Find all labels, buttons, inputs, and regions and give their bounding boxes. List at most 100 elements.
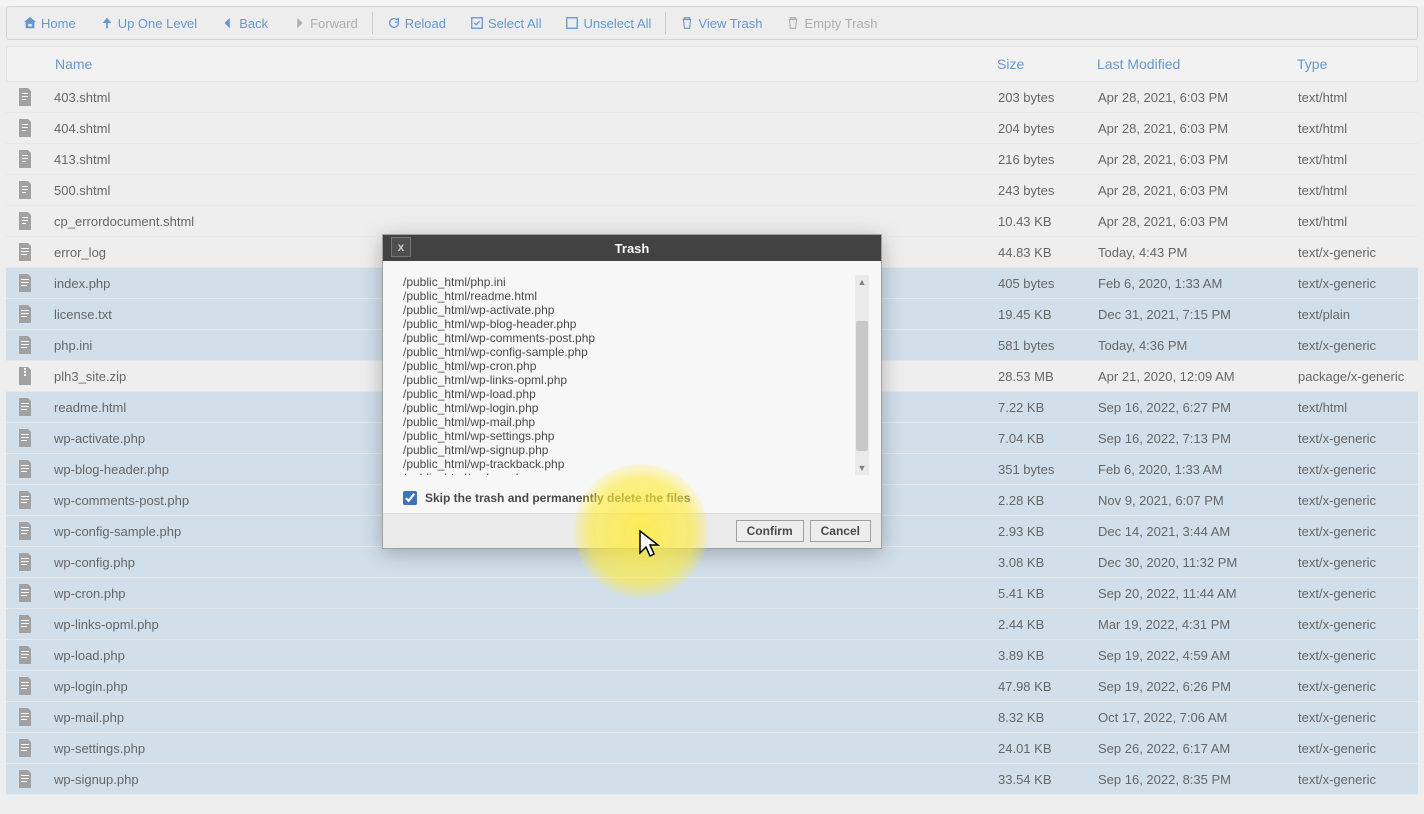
modal-list-item: /public_html/wp-trackback.php — [403, 457, 863, 471]
table-row[interactable]: wp-login.php47.98 KBSep 19, 2022, 6:26 P… — [6, 671, 1418, 702]
table-row[interactable]: wp-config.php3.08 KBDec 30, 2020, 11:32 … — [6, 547, 1418, 578]
table-row[interactable]: 500.shtml243 bytesApr 28, 2021, 6:03 PMt… — [6, 175, 1418, 206]
file-modified: Today, 4:43 PM — [1098, 245, 1298, 260]
file-type: text/html — [1298, 121, 1418, 136]
reload-label: Reload — [405, 16, 446, 31]
file-modified: Apr 28, 2021, 6:03 PM — [1098, 183, 1298, 198]
table-row[interactable]: cp_errordocument.shtml10.43 KBApr 28, 20… — [6, 206, 1418, 237]
cancel-button[interactable]: Cancel — [810, 520, 871, 542]
file-type: text/x-generic — [1298, 741, 1418, 756]
unselect-all-button[interactable]: Unselect All — [553, 7, 663, 39]
file-size: 19.45 KB — [998, 307, 1098, 322]
home-button[interactable]: Home — [11, 7, 88, 39]
up-one-level-button[interactable]: Up One Level — [88, 7, 210, 39]
column-header-name[interactable]: Name — [45, 56, 997, 72]
table-row[interactable]: wp-cron.php5.41 KBSep 20, 2022, 11:44 AM… — [6, 578, 1418, 609]
file-name: wp-cron.php — [44, 586, 998, 601]
scroll-up-arrow-icon[interactable]: ▲ — [855, 275, 869, 289]
forward-label: Forward — [310, 16, 358, 31]
modal-title: Trash — [615, 241, 650, 256]
modal-scrollbar[interactable]: ▲ ▼ — [855, 275, 869, 475]
file-type: text/html — [1298, 183, 1418, 198]
file-type: text/html — [1298, 90, 1418, 105]
file-size: 47.98 KB — [998, 679, 1098, 694]
file-modified: Oct 17, 2022, 7:06 AM — [1098, 710, 1298, 725]
reload-icon — [387, 16, 401, 30]
table-row[interactable]: wp-signup.php33.54 KBSep 16, 2022, 8:35 … — [6, 764, 1418, 795]
file-icon — [6, 243, 44, 261]
checkbox-checked-icon — [470, 16, 484, 30]
modal-list-item: /public_html/wp-signup.php — [403, 443, 863, 457]
file-type: text/x-generic — [1298, 276, 1418, 291]
file-size: 203 bytes — [998, 90, 1098, 105]
file-modified: Sep 16, 2022, 7:13 PM — [1098, 431, 1298, 446]
forward-button[interactable]: Forward — [280, 7, 370, 39]
file-modified: Sep 20, 2022, 11:44 AM — [1098, 586, 1298, 601]
file-icon — [6, 336, 44, 354]
file-size: 7.22 KB — [998, 400, 1098, 415]
modal-list-item: /public_html/wp-blog-header.php — [403, 317, 863, 331]
table-row[interactable]: wp-settings.php24.01 KBSep 26, 2022, 6:1… — [6, 733, 1418, 764]
modal-header: x Trash — [383, 235, 881, 261]
table-row[interactable]: 403.shtml203 bytesApr 28, 2021, 6:03 PMt… — [6, 82, 1418, 113]
skip-trash-label: Skip the trash and permanently delete th… — [425, 491, 690, 505]
scroll-down-arrow-icon[interactable]: ▼ — [855, 461, 869, 475]
file-icon — [6, 119, 44, 137]
file-size: 405 bytes — [998, 276, 1098, 291]
table-row[interactable]: wp-links-opml.php2.44 KBMar 19, 2022, 4:… — [6, 609, 1418, 640]
modal-list-item: /public_html/wp-cron.php — [403, 359, 863, 373]
file-icon — [6, 88, 44, 106]
column-header-size[interactable]: Size — [997, 56, 1097, 72]
scroll-thumb[interactable] — [856, 321, 868, 451]
back-label: Back — [239, 16, 268, 31]
reload-button[interactable]: Reload — [375, 7, 458, 39]
file-size: 2.28 KB — [998, 493, 1098, 508]
file-name: 404.shtml — [44, 121, 998, 136]
file-modified: Sep 26, 2022, 6:17 AM — [1098, 741, 1298, 756]
file-icon — [6, 367, 44, 385]
toolbar-separator — [665, 12, 666, 34]
file-modified: Apr 21, 2020, 12:09 AM — [1098, 369, 1298, 384]
file-icon — [6, 460, 44, 478]
confirm-button[interactable]: Confirm — [736, 520, 804, 542]
select-all-button[interactable]: Select All — [458, 7, 553, 39]
column-header-type[interactable]: Type — [1297, 56, 1417, 72]
empty-trash-button[interactable]: Empty Trash — [774, 7, 889, 39]
file-size: 204 bytes — [998, 121, 1098, 136]
view-trash-button[interactable]: View Trash — [668, 7, 774, 39]
modal-list-item: /public_html/wp-comments-post.php — [403, 331, 863, 345]
toolbar-separator — [372, 12, 373, 34]
file-icon — [6, 522, 44, 540]
file-icon — [6, 584, 44, 602]
file-modified: Feb 6, 2020, 1:33 AM — [1098, 462, 1298, 477]
table-row[interactable]: 404.shtml204 bytesApr 28, 2021, 6:03 PMt… — [6, 113, 1418, 144]
modal-list-item: /public_html/wp-activate.php — [403, 303, 863, 317]
file-modified: Today, 4:36 PM — [1098, 338, 1298, 353]
file-type: text/x-generic — [1298, 555, 1418, 570]
file-name: wp-mail.php — [44, 710, 998, 725]
file-type: text/html — [1298, 152, 1418, 167]
modal-list-item: /public_html/wp-mail.php — [403, 415, 863, 429]
table-row[interactable]: wp-load.php3.89 KBSep 19, 2022, 4:59 AMt… — [6, 640, 1418, 671]
file-type: text/html — [1298, 400, 1418, 415]
file-type: text/x-generic — [1298, 586, 1418, 601]
file-name: wp-login.php — [44, 679, 998, 694]
unselect-all-label: Unselect All — [583, 16, 651, 31]
file-size: 2.44 KB — [998, 617, 1098, 632]
trash-icon — [680, 16, 694, 30]
skip-trash-option[interactable]: Skip the trash and permanently delete th… — [403, 491, 875, 505]
back-button[interactable]: Back — [209, 7, 280, 39]
file-type: text/x-generic — [1298, 338, 1418, 353]
modal-list-item: /public_html/wp-config-sample.php — [403, 345, 863, 359]
file-size: 2.93 KB — [998, 524, 1098, 539]
skip-trash-checkbox[interactable] — [403, 491, 417, 505]
table-row[interactable]: 413.shtml216 bytesApr 28, 2021, 6:03 PMt… — [6, 144, 1418, 175]
file-size: 8.32 KB — [998, 710, 1098, 725]
file-modified: Dec 31, 2021, 7:15 PM — [1098, 307, 1298, 322]
table-row[interactable]: wp-mail.php8.32 KBOct 17, 2022, 7:06 AMt… — [6, 702, 1418, 733]
modal-close-button[interactable]: x — [391, 237, 411, 257]
column-header-modified[interactable]: Last Modified — [1097, 56, 1297, 72]
file-icon — [6, 646, 44, 664]
trash-modal: x Trash /public_html/php.ini/public_html… — [382, 234, 882, 549]
modal-file-list: /public_html/php.ini/public_html/readme.… — [403, 275, 875, 475]
